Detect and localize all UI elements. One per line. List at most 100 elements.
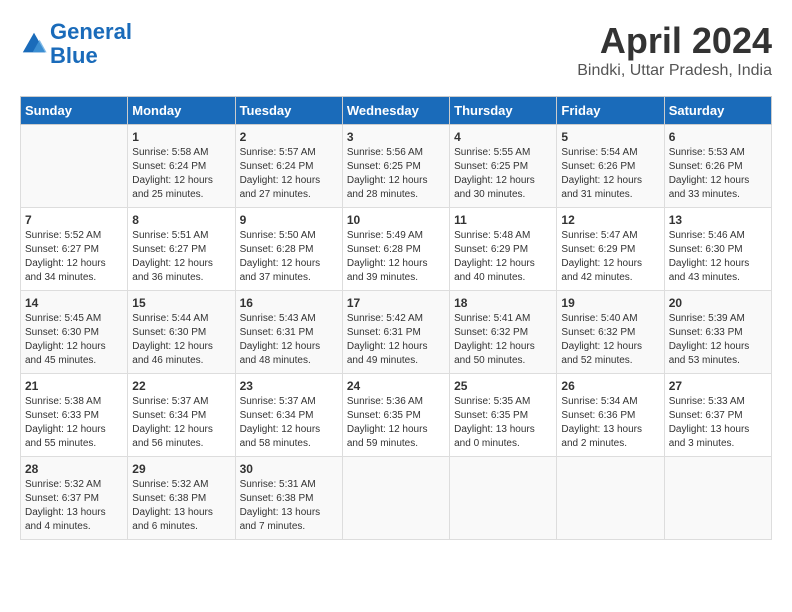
day-info: Sunrise: 5:48 AMSunset: 6:29 PMDaylight:… bbox=[454, 229, 552, 285]
calendar-cell: 24Sunrise: 5:36 AMSunset: 6:35 PMDayligh… bbox=[342, 374, 449, 457]
calendar-table: SundayMondayTuesdayWednesdayThursdayFrid… bbox=[20, 96, 772, 540]
day-info: Sunrise: 5:54 AMSunset: 6:26 PMDaylight:… bbox=[561, 146, 659, 202]
calendar-cell: 3 Sunrise: 5:56 AMSunset: 6:25 PMDaylight… bbox=[342, 125, 449, 208]
calendar-cell: 16 Sunrise: 5:43 AMSunset: 6:31 PMDayligh… bbox=[235, 291, 342, 374]
calendar-week-row: 14Sunrise: 5:45 AMSunset: 6:30 PMDayligh… bbox=[21, 291, 772, 374]
day-info: Sunrise: 5:56 AMSunset: 6:25 PMDaylight:… bbox=[347, 146, 445, 202]
day-number: 10 bbox=[347, 213, 445, 227]
day-info: Sunrise: 5:43 AMSunset: 6:31 PMDaylight:… bbox=[240, 312, 338, 368]
day-number: 14 bbox=[25, 296, 123, 310]
calendar-cell: 1 Sunrise: 5:58 AMSunset: 6:24 PMDaylight… bbox=[128, 125, 235, 208]
calendar-cell: 25 Sunrise: 5:35 AMSunset: 6:35 PMDayligh… bbox=[450, 374, 557, 457]
day-number: 1 bbox=[132, 130, 230, 144]
day-info: Sunrise: 5:34 AMSunset: 6:36 PMDaylight:… bbox=[561, 395, 659, 451]
day-info: Sunrise: 5:32 AMSunset: 6:38 PMDaylight:… bbox=[132, 478, 230, 534]
day-number: 20 bbox=[669, 296, 767, 310]
calendar-cell: 19 Sunrise: 5:40 AMSunset: 6:32 PMDayligh… bbox=[557, 291, 664, 374]
location: Bindki, Uttar Pradesh, India bbox=[577, 62, 772, 80]
day-number: 12 bbox=[561, 213, 659, 227]
calendar-cell: 18 Sunrise: 5:41 AMSunset: 6:32 PMDayligh… bbox=[450, 291, 557, 374]
day-number: 5 bbox=[561, 130, 659, 144]
calendar-cell: 27 Sunrise: 5:33 AMSunset: 6:37 PMDayligh… bbox=[664, 374, 771, 457]
day-number: 29 bbox=[132, 462, 230, 476]
calendar-cell: 22Sunrise: 5:37 AMSunset: 6:34 PMDayligh… bbox=[128, 374, 235, 457]
day-info: Sunrise: 5:52 AMSunset: 6:27 PMDaylight:… bbox=[25, 229, 123, 285]
month-title: April 2024 bbox=[577, 20, 772, 62]
calendar-cell: 15 Sunrise: 5:44 AMSunset: 6:30 PMDayligh… bbox=[128, 291, 235, 374]
calendar-cell: 8 Sunrise: 5:51 AMSunset: 6:27 PMDaylight… bbox=[128, 208, 235, 291]
calendar-week-row: 7 Sunrise: 5:52 AMSunset: 6:27 PMDaylight… bbox=[21, 208, 772, 291]
calendar-cell bbox=[664, 457, 771, 540]
day-number: 7 bbox=[25, 213, 123, 227]
day-info: Sunrise: 5:37 AMSunset: 6:34 PMDaylight:… bbox=[240, 395, 338, 451]
calendar-cell: 13Sunrise: 5:46 AMSunset: 6:30 PMDayligh… bbox=[664, 208, 771, 291]
day-number: 15 bbox=[132, 296, 230, 310]
day-info: Sunrise: 5:39 AMSunset: 6:33 PMDaylight:… bbox=[669, 312, 767, 368]
calendar-cell bbox=[557, 457, 664, 540]
day-number: 8 bbox=[132, 213, 230, 227]
day-number: 26 bbox=[561, 379, 659, 393]
calendar-cell: 29 Sunrise: 5:32 AMSunset: 6:38 PMDayligh… bbox=[128, 457, 235, 540]
day-number: 17 bbox=[347, 296, 445, 310]
day-info: Sunrise: 5:41 AMSunset: 6:32 PMDaylight:… bbox=[454, 312, 552, 368]
calendar-week-row: 28 Sunrise: 5:32 AMSunset: 6:37 PMDayligh… bbox=[21, 457, 772, 540]
day-info: Sunrise: 5:35 AMSunset: 6:35 PMDaylight:… bbox=[454, 395, 552, 451]
day-info: Sunrise: 5:38 AMSunset: 6:33 PMDaylight:… bbox=[25, 395, 123, 451]
logo-text: General Blue bbox=[50, 20, 132, 68]
calendar-cell bbox=[450, 457, 557, 540]
day-number: 23 bbox=[240, 379, 338, 393]
calendar-cell: 5 Sunrise: 5:54 AMSunset: 6:26 PMDaylight… bbox=[557, 125, 664, 208]
day-info: Sunrise: 5:58 AMSunset: 6:24 PMDaylight:… bbox=[132, 146, 230, 202]
day-info: Sunrise: 5:55 AMSunset: 6:25 PMDaylight:… bbox=[454, 146, 552, 202]
day-info: Sunrise: 5:40 AMSunset: 6:32 PMDaylight:… bbox=[561, 312, 659, 368]
day-info: Sunrise: 5:53 AMSunset: 6:26 PMDaylight:… bbox=[669, 146, 767, 202]
weekday-header: Saturday bbox=[664, 97, 771, 125]
day-number: 6 bbox=[669, 130, 767, 144]
calendar-cell: 26 Sunrise: 5:34 AMSunset: 6:36 PMDayligh… bbox=[557, 374, 664, 457]
day-number: 3 bbox=[347, 130, 445, 144]
logo: General Blue bbox=[20, 20, 132, 68]
calendar-cell: 6 Sunrise: 5:53 AMSunset: 6:26 PMDaylight… bbox=[664, 125, 771, 208]
calendar-cell: 12Sunrise: 5:47 AMSunset: 6:29 PMDayligh… bbox=[557, 208, 664, 291]
calendar-cell: 7 Sunrise: 5:52 AMSunset: 6:27 PMDaylight… bbox=[21, 208, 128, 291]
weekday-header: Monday bbox=[128, 97, 235, 125]
calendar-cell: 14Sunrise: 5:45 AMSunset: 6:30 PMDayligh… bbox=[21, 291, 128, 374]
day-number: 4 bbox=[454, 130, 552, 144]
day-number: 18 bbox=[454, 296, 552, 310]
day-number: 27 bbox=[669, 379, 767, 393]
day-info: Sunrise: 5:36 AMSunset: 6:35 PMDaylight:… bbox=[347, 395, 445, 451]
logo-icon bbox=[20, 30, 48, 58]
weekday-header: Sunday bbox=[21, 97, 128, 125]
calendar-cell: 10Sunrise: 5:49 AMSunset: 6:28 PMDayligh… bbox=[342, 208, 449, 291]
day-info: Sunrise: 5:37 AMSunset: 6:34 PMDaylight:… bbox=[132, 395, 230, 451]
calendar-cell bbox=[21, 125, 128, 208]
day-number: 16 bbox=[240, 296, 338, 310]
calendar-cell: 30Sunrise: 5:31 AMSunset: 6:38 PMDayligh… bbox=[235, 457, 342, 540]
weekday-header: Friday bbox=[557, 97, 664, 125]
logo-line1: General bbox=[50, 19, 132, 44]
day-number: 9 bbox=[240, 213, 338, 227]
day-number: 19 bbox=[561, 296, 659, 310]
day-info: Sunrise: 5:44 AMSunset: 6:30 PMDaylight:… bbox=[132, 312, 230, 368]
day-number: 2 bbox=[240, 130, 338, 144]
calendar-cell: 21Sunrise: 5:38 AMSunset: 6:33 PMDayligh… bbox=[21, 374, 128, 457]
day-info: Sunrise: 5:32 AMSunset: 6:37 PMDaylight:… bbox=[25, 478, 123, 534]
calendar-week-row: 21Sunrise: 5:38 AMSunset: 6:33 PMDayligh… bbox=[21, 374, 772, 457]
day-info: Sunrise: 5:50 AMSunset: 6:28 PMDaylight:… bbox=[240, 229, 338, 285]
day-number: 28 bbox=[25, 462, 123, 476]
calendar-week-row: 1 Sunrise: 5:58 AMSunset: 6:24 PMDaylight… bbox=[21, 125, 772, 208]
calendar-cell: 11 Sunrise: 5:48 AMSunset: 6:29 PMDayligh… bbox=[450, 208, 557, 291]
page-header: General Blue April 2024 Bindki, Uttar Pr… bbox=[20, 20, 772, 80]
day-info: Sunrise: 5:33 AMSunset: 6:37 PMDaylight:… bbox=[669, 395, 767, 451]
day-number: 25 bbox=[454, 379, 552, 393]
day-info: Sunrise: 5:51 AMSunset: 6:27 PMDaylight:… bbox=[132, 229, 230, 285]
calendar-cell bbox=[342, 457, 449, 540]
logo-line2: Blue bbox=[50, 43, 98, 68]
day-info: Sunrise: 5:42 AMSunset: 6:31 PMDaylight:… bbox=[347, 312, 445, 368]
day-info: Sunrise: 5:46 AMSunset: 6:30 PMDaylight:… bbox=[669, 229, 767, 285]
calendar-cell: 23 Sunrise: 5:37 AMSunset: 6:34 PMDayligh… bbox=[235, 374, 342, 457]
calendar-cell: 2Sunrise: 5:57 AMSunset: 6:24 PMDaylight… bbox=[235, 125, 342, 208]
weekday-header: Wednesday bbox=[342, 97, 449, 125]
day-number: 30 bbox=[240, 462, 338, 476]
day-number: 11 bbox=[454, 213, 552, 227]
